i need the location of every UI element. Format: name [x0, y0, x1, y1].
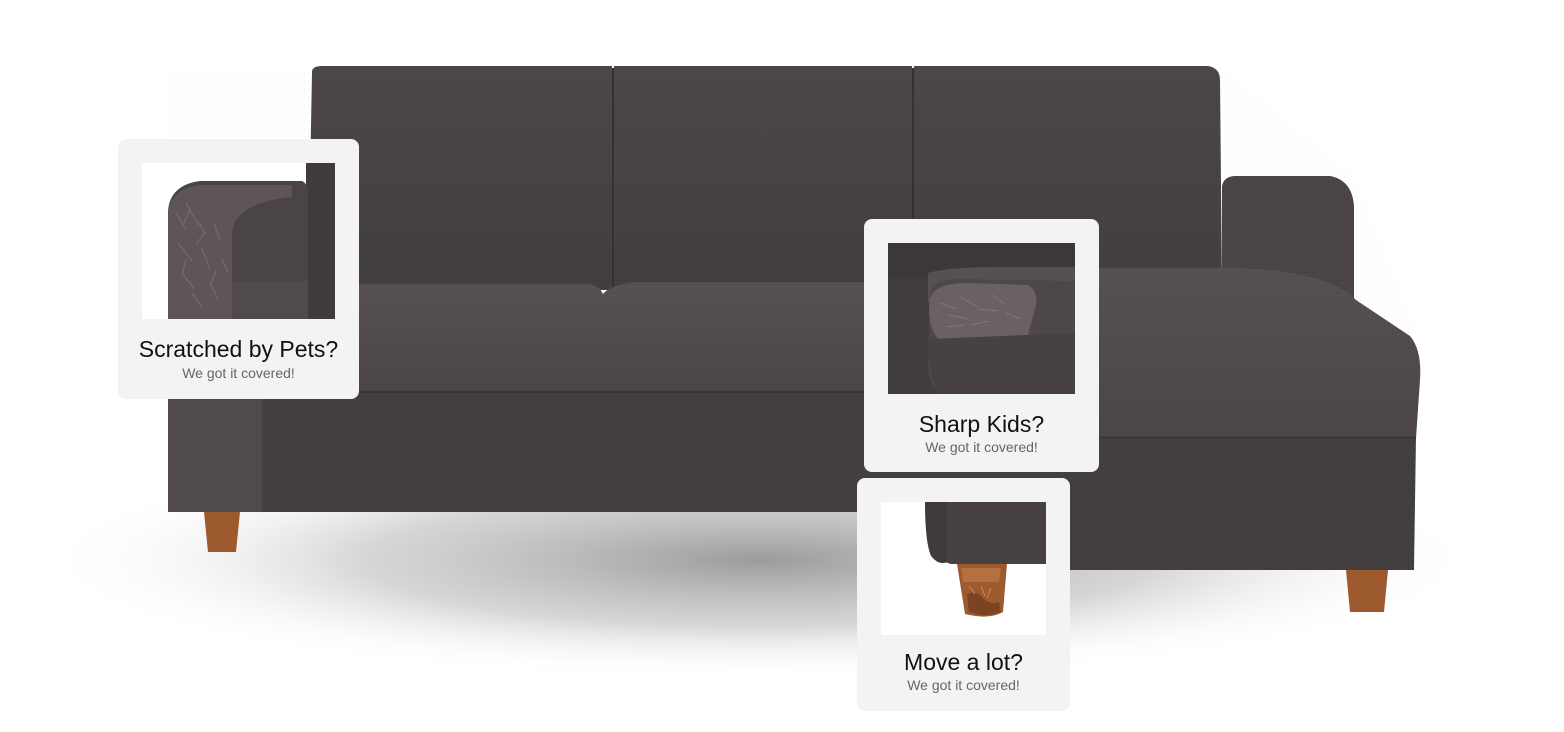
feature-card-subtitle: We got it covered! — [182, 365, 295, 381]
scratched-armrest-closeup-icon — [142, 163, 335, 319]
damaged-leg-closeup-icon — [881, 502, 1046, 635]
feature-card-subtitle: We got it covered! — [907, 677, 1020, 693]
sofa-leg-left — [204, 512, 240, 552]
product-scene: Scratched by Pets? We got it covered! Sh… — [0, 0, 1564, 732]
feature-card-pets: Scratched by Pets? We got it covered! — [118, 139, 359, 399]
feature-card-title: Sharp Kids? — [918, 411, 1045, 437]
feature-card-subtitle: We got it covered! — [925, 439, 1038, 455]
torn-cushion-closeup-icon — [888, 243, 1075, 394]
feature-card-title: Move a lot? — [904, 649, 1023, 675]
feature-card-kids: Sharp Kids? We got it covered! — [864, 219, 1099, 472]
feature-card-moving: Move a lot? We got it covered! — [857, 478, 1070, 711]
feature-card-title: Scratched by Pets? — [138, 336, 339, 362]
sofa-leg-right — [1346, 570, 1388, 612]
